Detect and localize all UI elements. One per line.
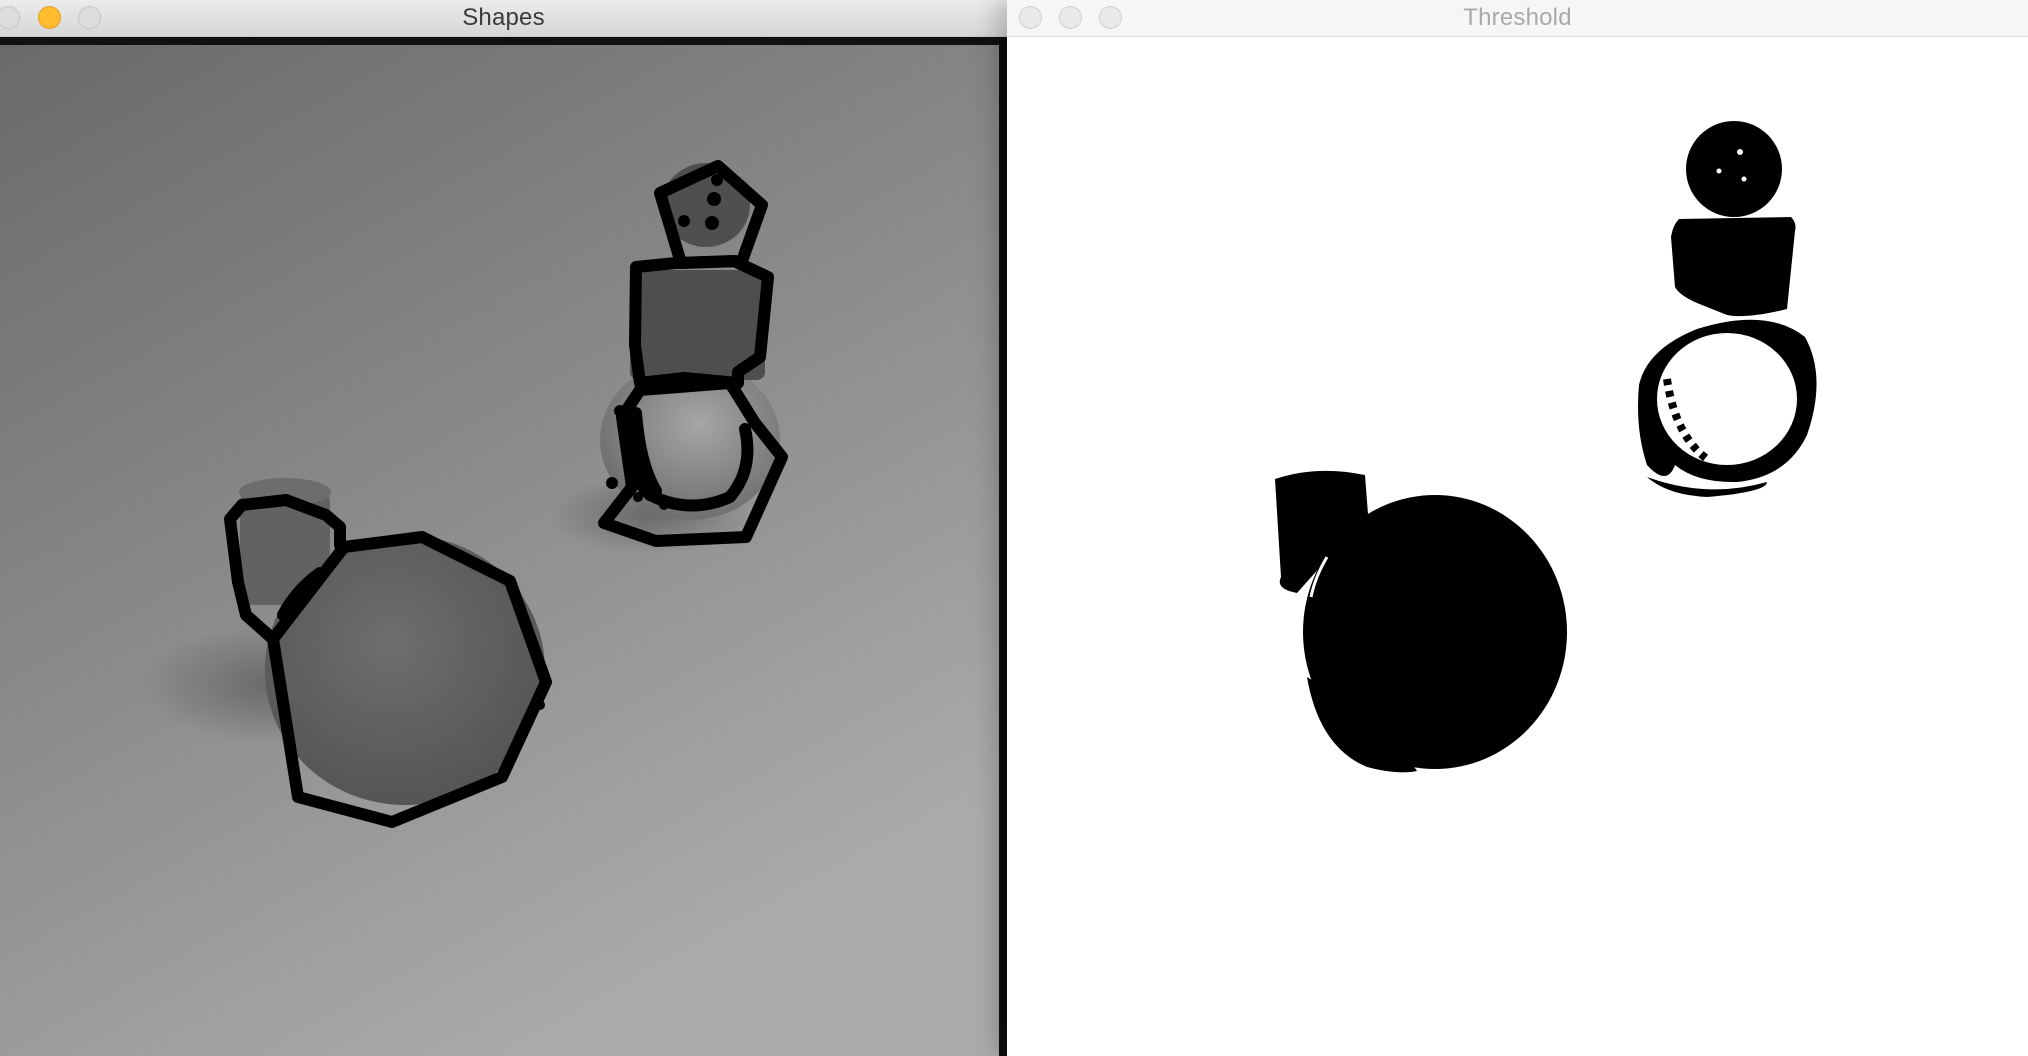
specular-dot (1716, 168, 1722, 174)
shapes-window: Shapes (0, 0, 1007, 1056)
black-small-sphere (1686, 121, 1782, 217)
threshold-window: Threshold (1007, 0, 2028, 1056)
shapes-content (0, 37, 1007, 1056)
minimize-button-icon[interactable] (38, 6, 61, 29)
zoom-button-icon[interactable] (1099, 6, 1122, 29)
shapes-window-edge (999, 37, 1007, 1056)
specular-dot (1741, 176, 1747, 182)
desktop-screen: Shapes Threshold (0, 0, 2028, 1056)
specular-dot (1737, 149, 1743, 155)
zoom-button-icon[interactable] (78, 6, 101, 29)
threshold-window-title: Threshold (1463, 4, 1572, 31)
threshold-titlebar[interactable]: Threshold (1007, 0, 2028, 37)
minimize-button-icon[interactable] (1059, 6, 1082, 29)
close-button-icon[interactable] (1019, 6, 1042, 29)
shapes-window-title: Shapes (462, 4, 545, 31)
close-button-icon[interactable] (0, 6, 20, 29)
threshold-content (1007, 37, 2028, 1056)
shapes-titlebar[interactable]: Shapes (0, 0, 1007, 37)
shapes-image (0, 45, 999, 1056)
threshold-image (1007, 37, 2028, 1056)
floor-background (0, 45, 999, 1056)
white-sphere-interior (1657, 333, 1797, 465)
